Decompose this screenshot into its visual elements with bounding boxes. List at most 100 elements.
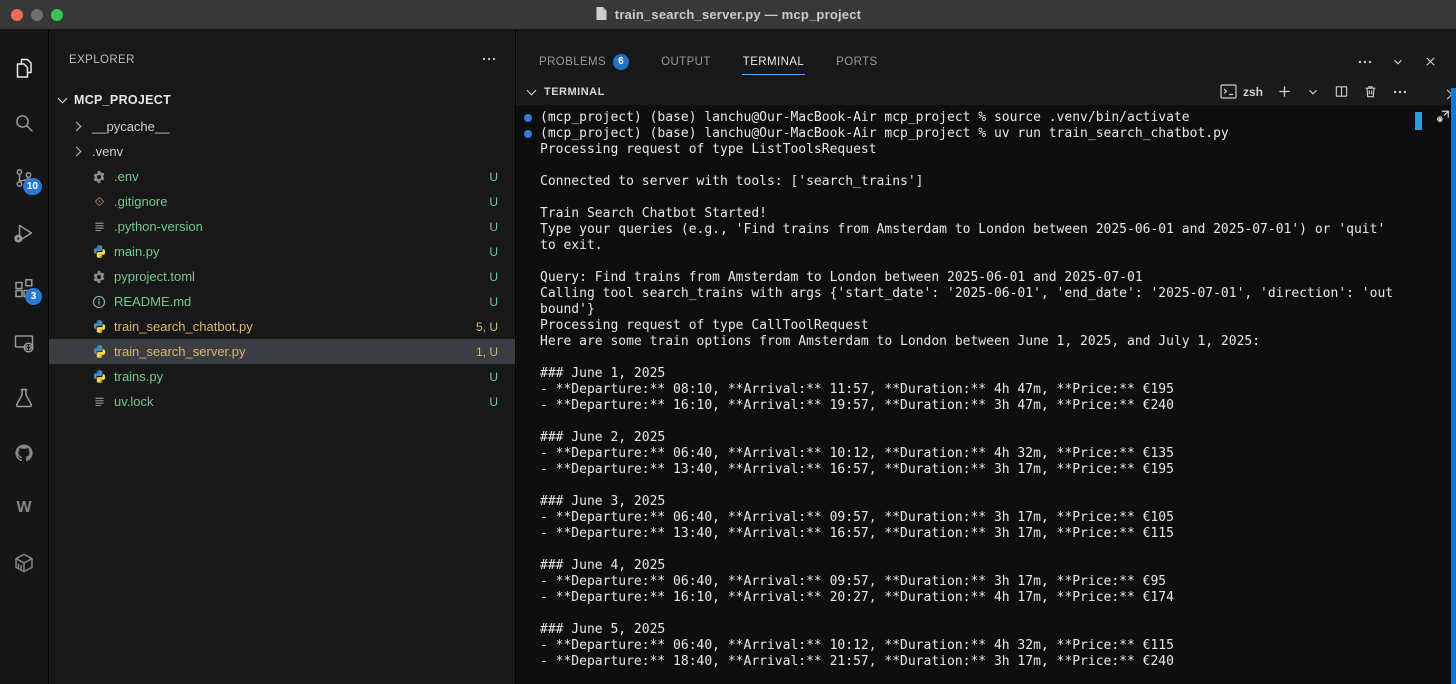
file-name: uv.lock xyxy=(114,394,154,409)
folder-item--venv[interactable]: .venv xyxy=(49,139,515,164)
chevron-down-icon[interactable] xyxy=(1391,55,1405,69)
terminal-line xyxy=(540,350,1456,366)
terminal-overflow-chevron-right-icon[interactable] xyxy=(1444,85,1451,103)
sidebar-title: EXPLORER xyxy=(69,54,135,66)
file-item-main-py[interactable]: main.pyU xyxy=(49,239,515,264)
activity-item-extensions[interactable]: 3 xyxy=(0,260,48,315)
activity-item-windsurf[interactable]: W xyxy=(0,480,48,535)
list-file-icon xyxy=(89,220,109,233)
terminal-line: Query: Find trains from Amsterdam to Lon… xyxy=(540,270,1456,286)
file-item-train-search-server-py[interactable]: train_search_server.py1, U xyxy=(49,339,515,364)
terminal-line: - **Departure:** 16:10, **Arrival:** 20:… xyxy=(540,590,1456,606)
activity-item-github[interactable] xyxy=(0,425,48,480)
folder-item--pycache-[interactable]: __pycache__ xyxy=(49,114,515,139)
search-icon xyxy=(12,111,36,135)
file-item-pyproject-toml[interactable]: pyproject.tomlU xyxy=(49,264,515,289)
close-window-button[interactable] xyxy=(11,9,23,21)
terminal-line: - **Departure:** 06:40, **Arrival:** 09:… xyxy=(540,574,1456,590)
chevron-down-icon[interactable] xyxy=(1306,85,1320,99)
terminal-line xyxy=(540,606,1456,622)
terminal-line: - **Departure:** 18:40, **Arrival:** 21:… xyxy=(540,654,1456,670)
activity-item-remote-explorer[interactable] xyxy=(0,315,48,370)
trash-icon[interactable] xyxy=(1363,84,1378,99)
panel-tab-label: OUTPUT xyxy=(661,56,711,68)
panel-tab-ports[interactable]: PORTS xyxy=(835,45,878,78)
activity-item-run-debug[interactable] xyxy=(0,205,48,260)
terminal-line xyxy=(540,158,1456,174)
file-item--env[interactable]: .envU xyxy=(49,164,515,189)
terminal-line: bound'} xyxy=(540,302,1456,318)
file-item--gitignore[interactable]: .gitignoreU xyxy=(49,189,515,214)
split-icon[interactable] xyxy=(1334,84,1349,99)
workbench: 10 3 W EXPLORER MCP_PROJECT __pycache__ .ve… xyxy=(0,30,1456,684)
list-file-icon xyxy=(89,395,109,408)
git-status-badge: U xyxy=(489,270,515,284)
terminal-line: (mcp_project) (base) lanchu@Our-MacBook-… xyxy=(540,110,1456,126)
close-icon[interactable] xyxy=(1423,54,1438,69)
explorer-more-actions-icon[interactable] xyxy=(481,51,497,70)
terminal-line: Type your queries (e.g., 'Find trains fr… xyxy=(540,222,1456,238)
terminal-toolbar: zsh xyxy=(1220,78,1408,105)
panel-tab-output[interactable]: OUTPUT xyxy=(660,45,712,78)
activity-badge: 3 xyxy=(25,288,42,305)
files-icon xyxy=(12,56,36,80)
activity-item-containers[interactable] xyxy=(0,535,48,590)
minimize-window-button[interactable] xyxy=(31,9,43,21)
terminal-line: ### June 2, 2025 xyxy=(540,430,1456,446)
terminal-settings-icon[interactable] xyxy=(1435,107,1452,129)
terminal-body[interactable]: (mcp_project) (base) lanchu@Our-MacBook-… xyxy=(516,105,1456,684)
info-file-icon xyxy=(89,295,109,309)
git-status-badge: U xyxy=(489,195,515,209)
terminal-line: ### June 1, 2025 xyxy=(540,366,1456,382)
terminal-title-bar: TERMINAL zsh xyxy=(516,78,1456,105)
zoom-window-button[interactable] xyxy=(51,9,63,21)
shell-selector[interactable]: zsh xyxy=(1220,84,1263,99)
panel-resize-sash[interactable] xyxy=(1451,88,1456,684)
traffic-lights xyxy=(11,0,63,29)
terminal-line: - **Departure:** 13:40, **Arrival:** 16:… xyxy=(540,462,1456,478)
panel-tab-problems[interactable]: PROBLEMS6 xyxy=(538,45,630,78)
explorer-file-list: __pycache__ .venv .envU.gitignoreU.python-… xyxy=(49,114,515,414)
terminal-line: - **Departure:** 06:40, **Arrival:** 10:… xyxy=(540,638,1456,654)
terminal-line xyxy=(540,190,1456,206)
panel-tab-bar: PROBLEMS6 OUTPUT TERMINAL PORTS xyxy=(516,30,1456,78)
file-name: main.py xyxy=(114,244,160,259)
file-item-trains-py[interactable]: trains.pyU xyxy=(49,364,515,389)
git-status-badge: 5, U xyxy=(476,320,515,334)
panel-tab-label: PORTS xyxy=(836,56,877,68)
activity-item-explorer[interactable] xyxy=(0,40,48,95)
activity-item-source-control[interactable]: 10 xyxy=(0,150,48,205)
git-file-icon xyxy=(89,195,109,208)
file-name: __pycache__ xyxy=(92,119,169,134)
terminal-line: Train Search Chatbot Started! xyxy=(540,206,1456,222)
debug-icon xyxy=(12,221,36,245)
terminal-line: - **Departure:** 13:40, **Arrival:** 16:… xyxy=(540,526,1456,542)
terminal-line xyxy=(540,254,1456,270)
file-name: README.md xyxy=(114,294,191,309)
terminal-section-toggle[interactable]: TERMINAL xyxy=(528,86,605,98)
file-name: trains.py xyxy=(114,369,163,384)
terminal-icon xyxy=(1220,84,1237,99)
title-bar: train_search_server.py — mcp_project xyxy=(0,0,1456,30)
command-decoration-icon[interactable] xyxy=(524,130,532,138)
panel-tab-terminal[interactable]: TERMINAL xyxy=(742,45,805,78)
command-decoration-icon[interactable] xyxy=(524,114,532,122)
plus-icon[interactable] xyxy=(1277,84,1292,99)
file-name: .venv xyxy=(92,144,123,159)
panel-actions xyxy=(1357,45,1442,78)
terminal-line: Processing request of type CallToolReque… xyxy=(540,318,1456,334)
file-item-readme-md[interactable]: README.mdU xyxy=(49,289,515,314)
file-item-uv-lock[interactable]: uv.lockU xyxy=(49,389,515,414)
chevron-down-icon xyxy=(527,85,537,95)
file-item--python-version[interactable]: .python-versionU xyxy=(49,214,515,239)
activity-item-testing[interactable] xyxy=(0,370,48,425)
panel-tabs: PROBLEMS6 OUTPUT TERMINAL PORTS xyxy=(538,45,879,78)
more-icon[interactable] xyxy=(1392,84,1408,100)
activity-item-search[interactable] xyxy=(0,95,48,150)
more-icon[interactable] xyxy=(1357,54,1373,70)
gear-file-icon xyxy=(89,170,109,184)
folder-root-mcp-project[interactable]: MCP_PROJECT xyxy=(49,88,515,112)
terminal-line: - **Departure:** 06:40, **Arrival:** 09:… xyxy=(540,510,1456,526)
file-item-train-search-chatbot-py[interactable]: train_search_chatbot.py5, U xyxy=(49,314,515,339)
problems-count-badge: 6 xyxy=(613,54,629,70)
